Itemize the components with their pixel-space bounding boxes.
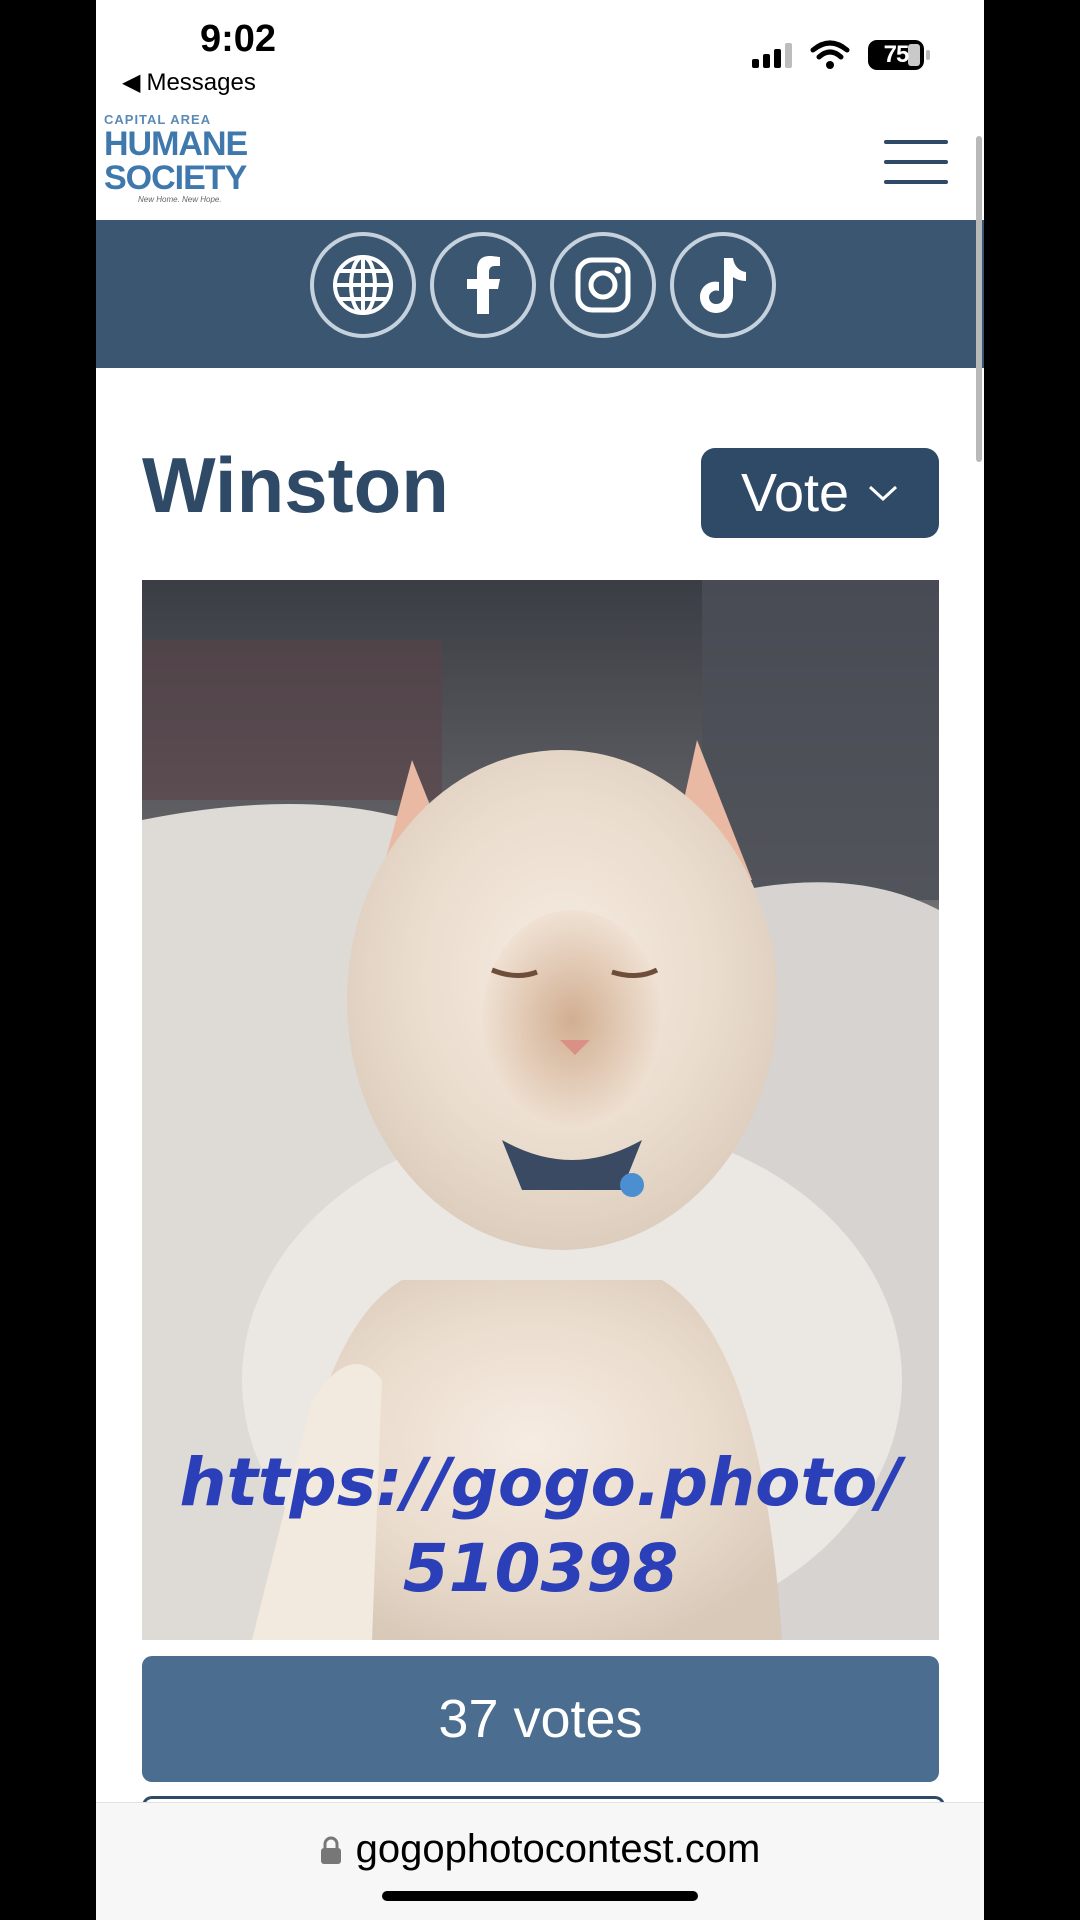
back-arrow-icon: ◀ (122, 69, 141, 96)
browser-address-bar[interactable]: gogophotocontest.com (96, 1802, 984, 1920)
votes-count: 37 votes (438, 1689, 643, 1749)
logo-tagline: New Home. New Hope. (138, 195, 222, 204)
home-indicator[interactable] (382, 1891, 698, 1901)
entry-photo[interactable]: https://gogo.photo/ 510398 (142, 580, 939, 1640)
address[interactable]: gogophotocontest.com (96, 1827, 984, 1872)
social-links (310, 232, 776, 338)
wifi-icon (810, 40, 850, 69)
page-scrollbar[interactable] (976, 136, 982, 462)
battery-icon: 75 (868, 40, 930, 70)
status-time: 9:02 (200, 18, 277, 60)
cellular-signal-icon (752, 42, 792, 68)
address-domain: gogophotocontest.com (355, 1827, 761, 1871)
photo-url-line-1: https://gogo.photo/ (179, 1444, 902, 1521)
hamburger-icon[interactable] (884, 140, 948, 184)
pet-name-heading: Winston (142, 441, 449, 529)
facebook-icon[interactable] (430, 232, 536, 338)
lock-icon (320, 1836, 341, 1864)
logo-line-2: HUMANE (104, 125, 248, 163)
logo-line-3: SOCIETY (104, 159, 247, 197)
photo-url-overlay: https://gogo.photo/ 510398 (142, 1440, 939, 1612)
photo-url-line-2: 510398 (402, 1530, 679, 1607)
vote-button-label: Vote (740, 463, 850, 523)
back-label: Messages (146, 68, 256, 96)
status-indicators: 75 (752, 40, 930, 70)
tiktok-icon[interactable] (670, 232, 776, 338)
globe-icon[interactable] (310, 232, 416, 338)
phone-screen: 9:02 ◀ Messages 75 CAPITAL AREA HUMANE S… (96, 0, 984, 1920)
social-links-band (96, 220, 984, 368)
votes-count-bar: 37 votes (142, 1656, 939, 1782)
humane-society-logo[interactable]: CAPITAL AREA HUMANE SOCIETY New Home. Ne… (104, 112, 248, 210)
vote-button[interactable]: Vote (701, 448, 939, 538)
instagram-icon[interactable] (550, 232, 656, 338)
back-to-messages[interactable]: ◀ Messages (122, 68, 256, 97)
chevron-down-icon (869, 485, 898, 502)
battery-level: 75 (883, 41, 910, 68)
